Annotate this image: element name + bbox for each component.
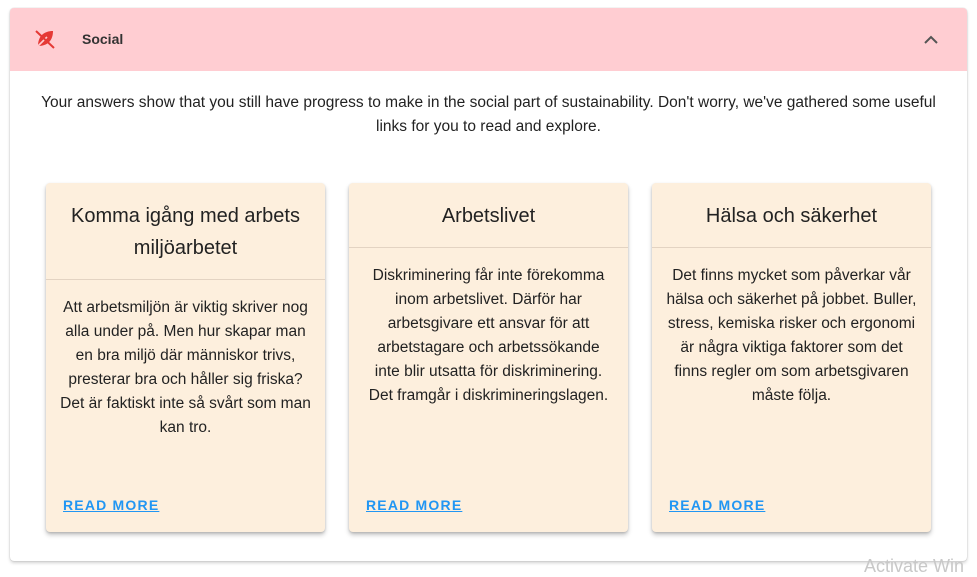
card-body: Att arbetsmiljön är viktig skriver nog a… [60, 299, 311, 436]
activate-windows-watermark: Activate Win [864, 556, 965, 576]
card-body: Det finns mycket som påverkar vår hälsa … [666, 267, 917, 404]
section-title: Social [82, 31, 124, 47]
section-intro: Your answers show that you still have pr… [41, 94, 936, 135]
read-more-link[interactable]: READ MORE [669, 497, 765, 513]
card-halsa-och-sakerhet: Hälsa och säkerhet Det finns mycket som … [652, 183, 931, 532]
social-panel-header[interactable]: Social [10, 8, 967, 71]
card-divider [46, 279, 325, 280]
card-divider [349, 247, 628, 248]
crossed-leaf-icon [34, 28, 56, 50]
read-more-link[interactable]: READ MORE [366, 497, 462, 513]
read-more-link[interactable]: READ MORE [63, 497, 159, 513]
card-title: Komma igång med arbets miljöarbetet [70, 205, 300, 259]
chevron-up-icon[interactable] [918, 27, 944, 53]
card-arbetslivet: Arbetslivet Diskriminering får inte före… [349, 183, 628, 532]
card-divider [652, 247, 931, 248]
card-title: Hälsa och säkerhet [705, 205, 878, 227]
card-title: Arbetslivet [441, 205, 536, 227]
card-body: Diskriminering får inte förekomma inom a… [368, 267, 609, 404]
social-panel: Social Your answers show that you still … [10, 8, 967, 561]
card-komma-igang: Komma igång med arbets miljöarbetet Att … [46, 183, 325, 532]
